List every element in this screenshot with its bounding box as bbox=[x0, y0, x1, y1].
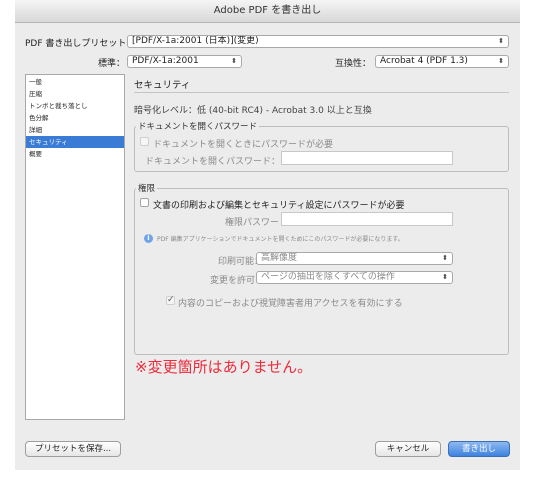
permissions-legend: 権限 bbox=[136, 182, 158, 194]
chevron-updown-icon: ⬍ bbox=[498, 37, 504, 45]
compat-select[interactable]: Acrobat 4 (PDF 1.3) ⬍ bbox=[375, 55, 509, 68]
standard-label: 標準： bbox=[98, 59, 126, 69]
changes-allowed-value: ページの抽出を除くすべての操作 bbox=[261, 272, 395, 282]
open-password-checkbox[interactable] bbox=[140, 137, 149, 146]
preset-label: PDF 書き出しプリセット： bbox=[25, 39, 136, 49]
sidebar-item-marks-bleeds[interactable]: トンボと裁ち落とし bbox=[26, 100, 124, 112]
section-title: セキュリティ bbox=[134, 80, 191, 91]
permissions-password-input[interactable] bbox=[281, 212, 453, 226]
open-password-checkbox-label: ドキュメントを開くときにパスワードが必要 bbox=[153, 140, 334, 150]
permissions-info-text: PDF 編集アプリケーションでドキュメントを開くためにこのパスワードが必要になり… bbox=[157, 236, 404, 243]
sidebar-item-compression[interactable]: 圧縮 bbox=[26, 88, 124, 100]
sidebar-item-output[interactable]: 色分解 bbox=[26, 112, 124, 124]
chevron-updown-icon: ⬍ bbox=[231, 57, 237, 65]
chevron-updown-icon: ⬍ bbox=[498, 57, 504, 65]
cancel-button[interactable]: キャンセル bbox=[375, 441, 441, 457]
info-icon: i bbox=[144, 234, 153, 243]
standard-select[interactable]: PDF/X-1a:2001 ⬍ bbox=[127, 55, 242, 68]
permissions-checkbox-label: 文書の印刷および編集とセキュリティ設定にパスワードが必要 bbox=[153, 201, 405, 211]
save-preset-button[interactable]: プリセットを保存... bbox=[25, 441, 121, 457]
copy-access-label: 内容のコピーおよび視覚障害者用アクセスを有効にする bbox=[178, 299, 403, 309]
preset-value: [PDF/X-1a:2001 (日本)](変更) bbox=[132, 36, 259, 46]
print-allowed-value: 高解像度 bbox=[261, 253, 298, 263]
export-dialog: Adobe PDF を書き出し PDF 書き出しプリセット： [PDF/X-1a… bbox=[15, 0, 520, 470]
chevron-updown-icon: ⬍ bbox=[442, 254, 448, 262]
encryption-level: 暗号化レベル：低 (40-bit RC4) - Acrobat 3.0 以上と互… bbox=[134, 106, 372, 116]
export-button[interactable]: 書き出し bbox=[448, 441, 510, 457]
copy-access-checkbox[interactable]: ✓ bbox=[166, 296, 175, 305]
compat-value: Acrobat 4 (PDF 1.3) bbox=[380, 56, 468, 66]
permissions-checkbox[interactable] bbox=[140, 198, 149, 207]
open-password-input[interactable] bbox=[281, 151, 453, 165]
print-allowed-select[interactable]: 高解像度 ⬍ bbox=[256, 252, 453, 265]
window-title: Adobe PDF を書き出し bbox=[15, 0, 520, 23]
standard-value: PDF/X-1a:2001 bbox=[132, 56, 199, 66]
notice-text: ※変更箇所はありません。 bbox=[135, 358, 313, 376]
open-password-field-label: ドキュメントを開くパスワード： bbox=[145, 157, 281, 167]
sidebar-item-security[interactable]: セキュリティ bbox=[26, 136, 124, 148]
sidebar-item-advanced[interactable]: 詳細 bbox=[26, 124, 124, 136]
category-list: 一般 圧縮 トンボと裁ち落とし 色分解 詳細 セキュリティ 概要 bbox=[25, 74, 125, 420]
changes-allowed-select[interactable]: ページの抽出を除くすべての操作 ⬍ bbox=[256, 271, 453, 284]
chevron-updown-icon: ⬍ bbox=[442, 273, 448, 281]
compat-label: 互換性： bbox=[335, 59, 372, 69]
section-divider bbox=[134, 92, 509, 93]
sidebar-item-general[interactable]: 一般 bbox=[26, 76, 124, 88]
open-password-legend: ドキュメントを開くパスワード bbox=[136, 120, 260, 132]
preset-select[interactable]: [PDF/X-1a:2001 (日本)](変更) ⬍ bbox=[127, 35, 509, 48]
sidebar-item-summary[interactable]: 概要 bbox=[26, 148, 124, 160]
